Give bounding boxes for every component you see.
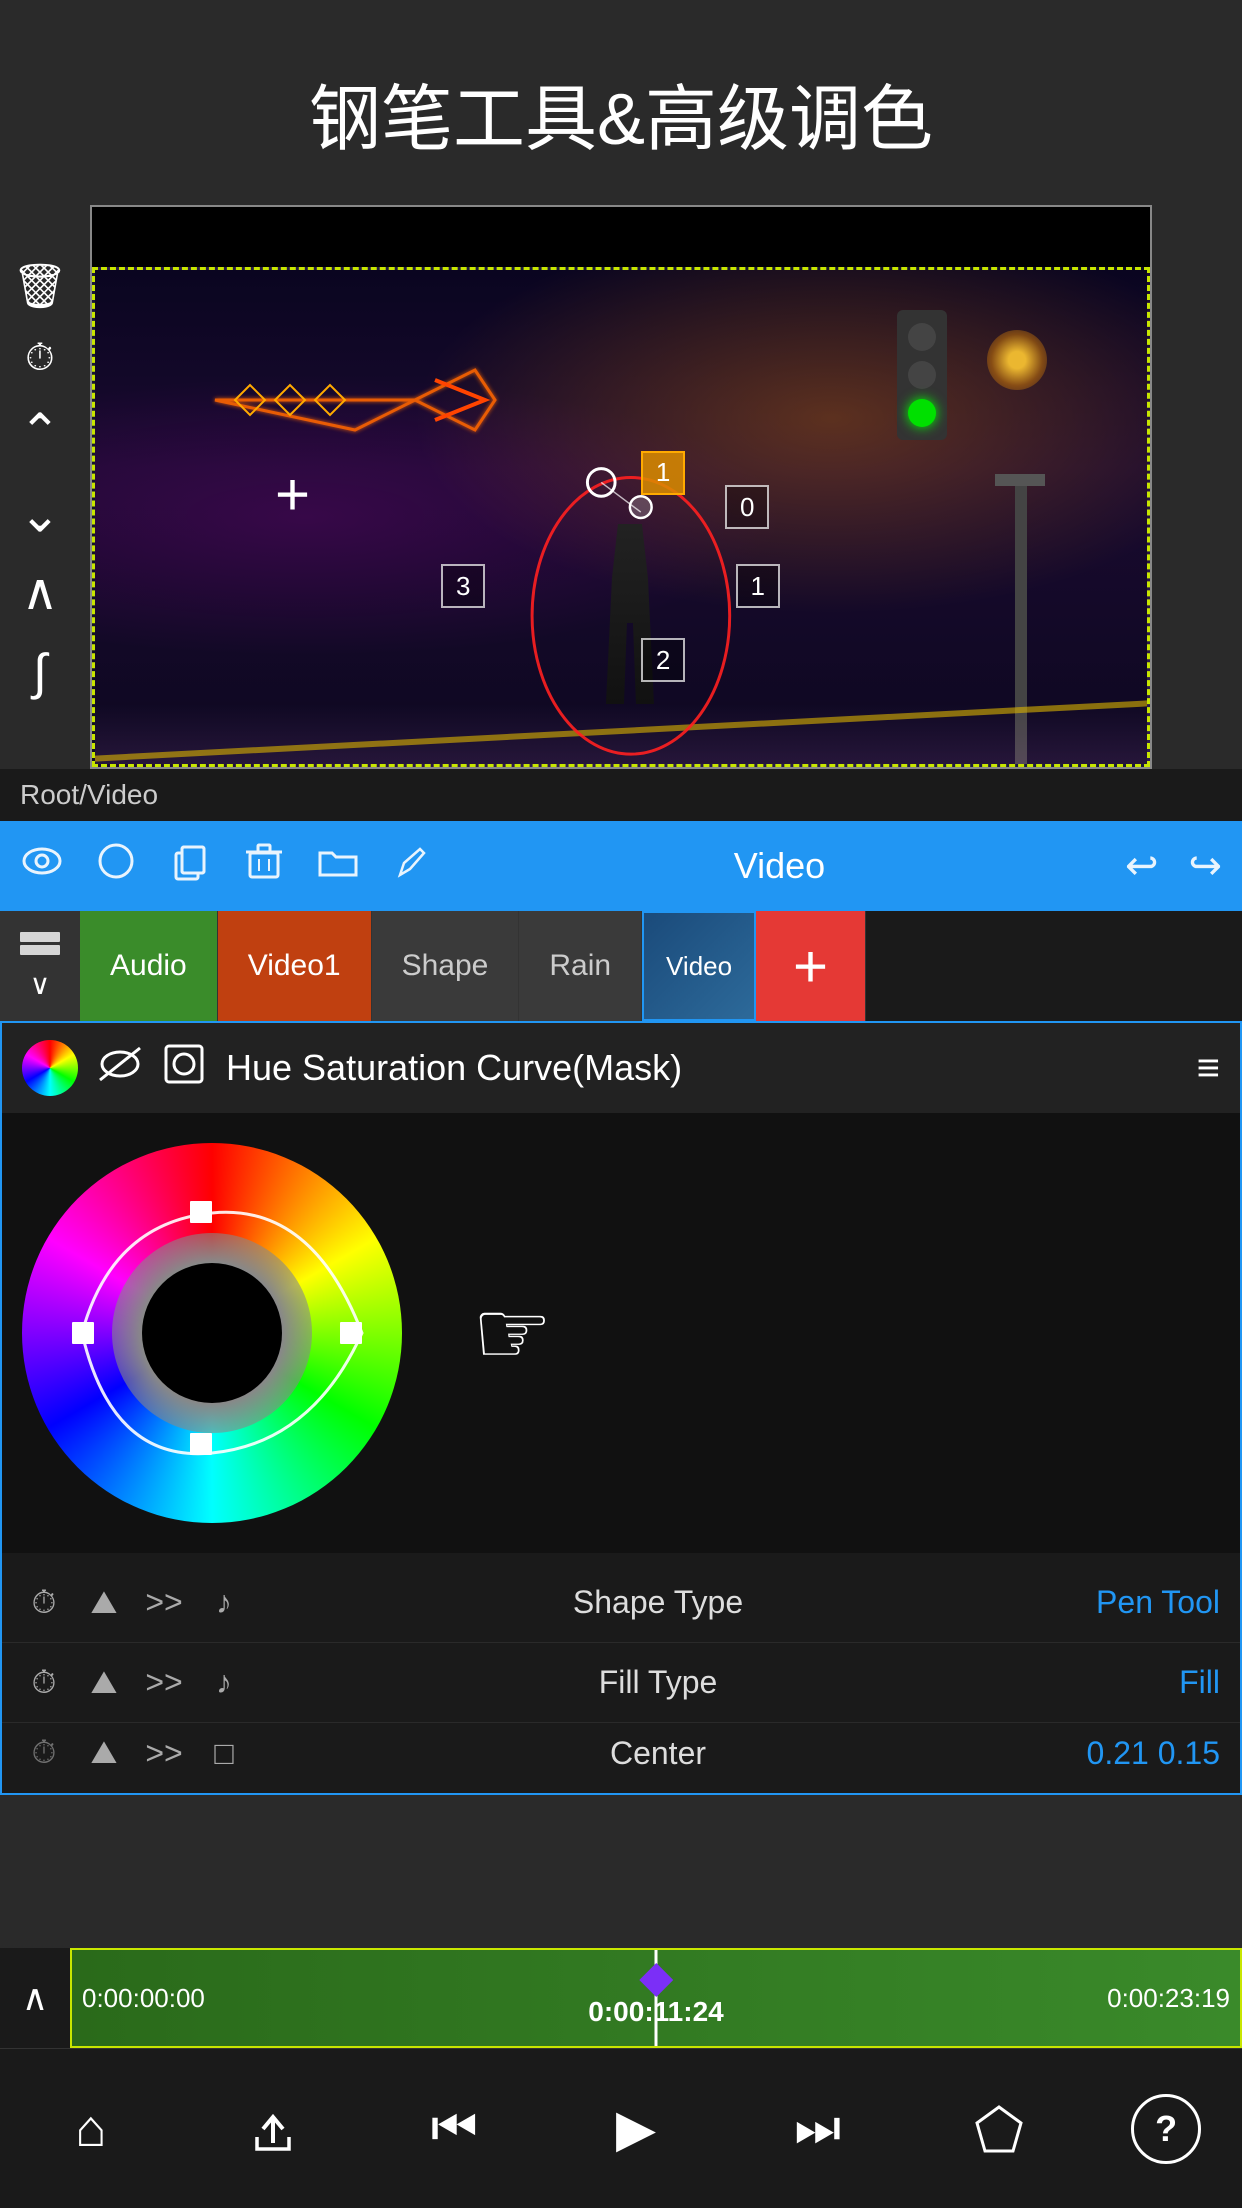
track-list-icon[interactable]: ∨ <box>0 911 80 1021</box>
track-tabs: ∨ Audio Video1 Shape Rain Video + <box>0 911 1242 1021</box>
prop-icon-music1: ♪ <box>202 1584 246 1621</box>
timeline-section: ∧ 0:00:00:00 0:00:11:24 0:00:23:19 <box>0 1948 1242 2048</box>
timeline-end-time: 0:00:23:19 <box>1107 1983 1230 2014</box>
copy-icon[interactable] <box>168 839 212 893</box>
tab-rain-label: Rain <box>549 949 611 983</box>
tab-audio[interactable]: Audio <box>80 911 218 1021</box>
toolbar: Video ↩ ↪ <box>0 821 1242 911</box>
prop-icon-ff2: >> <box>142 1664 186 1701</box>
video-preview[interactable]: + 1 0 3 1 2 <box>92 267 1150 767</box>
video-section: 🗑 ⏱ ⌃ ⌃ ∧ ∫ <box>90 205 1152 769</box>
help-button[interactable]: ? <box>1131 2094 1201 2164</box>
circle-icon[interactable] <box>94 839 138 893</box>
up-chevron-icon[interactable]: ⌃ <box>19 407 61 457</box>
prop-label-fill-type: Fill Type <box>262 1664 1054 1701</box>
prop-icon-sq3: □ <box>202 1735 246 1772</box>
tab-video1-label: Video1 <box>248 949 341 983</box>
property-row-center: ⏱ ⛰ >> □ Center 0.21 0.15 <box>2 1723 1240 1783</box>
prop-value-fill-type[interactable]: Fill <box>1070 1664 1220 1701</box>
tab-video-label: Video <box>666 951 732 982</box>
diamond-button[interactable] <box>949 2079 1049 2179</box>
color-panel: Hue Saturation Curve(Mask) ≡ ☞ <box>0 1021 1242 1795</box>
delete-icon[interactable]: 🗑 <box>12 265 68 309</box>
pause-step-button[interactable]: ⏭ <box>768 2079 868 2179</box>
control-box-0[interactable]: 0 <box>725 485 769 529</box>
redo-button[interactable]: ↪ <box>1188 843 1222 889</box>
peak-icon[interactable]: ∧ <box>22 567 59 617</box>
timer-icon[interactable]: ⏱ <box>25 339 55 377</box>
timeline-current-marker: 0:00:11:24 <box>588 1968 723 2028</box>
share-button[interactable] <box>223 2079 323 2179</box>
prop-icon-timer3: ⏱ <box>22 1734 66 1772</box>
control-box-3[interactable]: 3 <box>441 564 485 608</box>
tab-shape[interactable]: Shape <box>372 911 520 1021</box>
undo-button[interactable]: ↩ <box>1125 843 1159 889</box>
color-panel-title: Hue Saturation Curve(Mask) <box>226 1047 1177 1089</box>
toolbar-label: Video <box>464 845 1095 887</box>
eye-icon[interactable] <box>20 839 64 893</box>
control-box-2[interactable]: 2 <box>641 638 685 682</box>
property-row-shape-type: ⏱ ⛰ >> ♪ Shape Type Pen Tool <box>2 1563 1240 1643</box>
video-outer: + 1 0 3 1 2 <box>90 205 1152 769</box>
panel-menu-icon[interactable]: ≡ <box>1197 1046 1220 1091</box>
prop-value-shape-type[interactable]: Pen Tool <box>1070 1584 1220 1621</box>
property-row-fill-type: ⏱ ⛰ >> ♪ Fill Type Fill <box>2 1643 1240 1723</box>
tab-video1[interactable]: Video1 <box>218 911 372 1021</box>
visibility-icon[interactable] <box>98 1046 142 1091</box>
prop-label-shape-type: Shape Type <box>262 1584 1054 1621</box>
timeline-diamond <box>639 1963 673 1997</box>
tab-rain[interactable]: Rain <box>519 911 642 1021</box>
prev-button[interactable]: ⏮ <box>404 2079 504 2179</box>
bottom-nav: ⌂ ⏮ ▶ ⏭ ? <box>0 2048 1242 2208</box>
toolbar-delete-icon[interactable] <box>242 839 286 893</box>
prop-value-center[interactable]: 0.21 0.15 <box>1070 1735 1220 1772</box>
video-thumb: Video <box>644 911 754 1021</box>
pen-icon[interactable] <box>390 839 434 893</box>
timeline-start-time: 0:00:00:00 <box>82 1983 205 2014</box>
breadcrumb: Root/Video <box>0 769 1242 821</box>
properties-section: ⏱ ⛰ >> ♪ Shape Type Pen Tool ⏱ ⛰ >> ♪ Fi… <box>2 1553 1240 1793</box>
prop-icon-timer1: ⏱ <box>22 1584 66 1622</box>
color-wheel-icon[interactable] <box>22 1040 78 1096</box>
prop-icon-image1: ⛰ <box>82 1584 126 1622</box>
cursor-cross: + <box>275 465 310 525</box>
play-button[interactable]: ▶ <box>586 2079 686 2179</box>
cursor-pointer-icon: ☞ <box>472 1281 553 1386</box>
timeline-current-time: 0:00:11:24 <box>588 1996 723 2028</box>
prop-icon-image2: ⛰ <box>82 1664 126 1702</box>
color-wheel-container[interactable] <box>22 1143 402 1523</box>
wave-icon[interactable]: ∫ <box>33 647 47 697</box>
prop-icon-music2: ♪ <box>202 1664 246 1701</box>
control-box-1[interactable]: 1 <box>736 564 780 608</box>
prop-icon-image3: ⛰ <box>82 1734 126 1772</box>
tab-shape-label: Shape <box>402 949 489 983</box>
control-box-1-orange[interactable]: 1 <box>641 451 685 495</box>
folder-icon[interactable] <box>316 839 360 893</box>
prop-icon-ff1: >> <box>142 1584 186 1621</box>
prop-icon-ff3: >> <box>142 1735 186 1772</box>
prop-icon-timer2: ⏱ <box>22 1664 66 1702</box>
tab-audio-label: Audio <box>110 949 187 983</box>
timeline-expand-button[interactable]: ∧ <box>0 1948 70 2048</box>
arc-icon[interactable]: ⌃ <box>19 487 61 537</box>
tab-video-selected[interactable]: Video <box>642 911 756 1021</box>
tab-add-button[interactable]: + <box>756 911 866 1021</box>
home-button[interactable]: ⌂ <box>41 2079 141 2179</box>
wheel-curve-svg <box>22 1143 402 1523</box>
mask-icon[interactable] <box>162 1042 206 1095</box>
tab-add-label: + <box>793 932 828 1001</box>
page-title: 钢笔工具&高级调色 <box>0 0 1242 205</box>
prop-label-center: Center <box>262 1735 1054 1772</box>
color-panel-header: Hue Saturation Curve(Mask) ≡ <box>2 1023 1240 1113</box>
color-wheel-area: ☞ <box>2 1113 1240 1553</box>
bezier-overlay <box>95 270 1147 764</box>
left-toolbar: 🗑 ⏱ ⌃ ⌃ ∧ ∫ <box>0 205 80 697</box>
timeline-track[interactable]: 0:00:00:00 0:00:11:24 0:00:23:19 <box>70 1948 1242 2048</box>
